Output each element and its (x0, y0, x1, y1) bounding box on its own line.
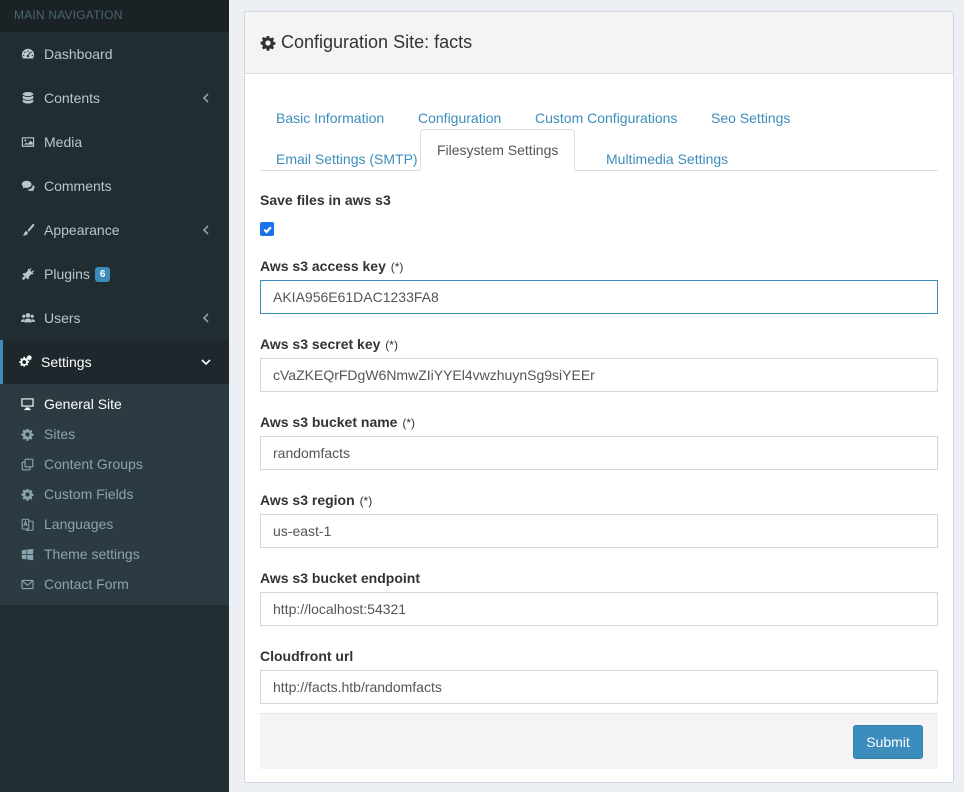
sidebar-item-label: Media (44, 134, 83, 150)
submenu-item-label: Contact Form (44, 576, 129, 592)
sidebar-item-label: Appearance (44, 222, 120, 238)
region-label: Aws s3 region (*) (260, 492, 938, 508)
submenu-item-general-site[interactable]: General Site (0, 389, 229, 419)
submenu-item-label: Theme settings (44, 546, 140, 562)
secret-key-label-text: Aws s3 secret key (260, 336, 381, 352)
cloudfront-input[interactable] (260, 670, 938, 704)
checkmark-icon (263, 226, 272, 233)
windows-icon (19, 547, 35, 561)
bucket-name-label: Aws s3 bucket name (*) (260, 414, 938, 430)
required-marker: (*) (402, 416, 416, 430)
plug-icon (20, 266, 36, 282)
dashboard-icon (20, 46, 36, 62)
required-marker: (*) (385, 338, 398, 352)
sidebar-item-contents[interactable]: Contents (0, 76, 229, 120)
sidebar-item-dashboard[interactable]: Dashboard (0, 32, 229, 76)
chevron-left-icon (202, 91, 210, 105)
sidebar-item-appearance[interactable]: Appearance (0, 208, 229, 252)
required-marker: (*) (390, 260, 404, 274)
panel-body: Basic Information Configuration Custom C… (245, 74, 953, 704)
region-label-text: Aws s3 region (260, 492, 355, 508)
submenu-item-sites[interactable]: Sites (0, 419, 229, 449)
image-icon (20, 134, 36, 150)
sidebar-item-label: Users (44, 310, 81, 326)
cloudfront-label: Cloudfront url (260, 648, 354, 664)
submenu-item-content-groups[interactable]: Content Groups (0, 449, 229, 479)
submenu-item-languages[interactable]: Languages (0, 509, 229, 539)
sidebar-item-label: Dashboard (44, 46, 113, 62)
submit-button[interactable]: Submit (853, 725, 923, 759)
page-title: Configuration Site: facts (281, 32, 473, 52)
save-s3-label: Save files in aws s3 (260, 192, 391, 208)
endpoint-label: Aws s3 bucket endpoint (260, 570, 420, 586)
bucket-name-label-text: Aws s3 bucket name (260, 414, 398, 430)
configuration-panel: Configuration Site: facts Basic Informat… (244, 11, 954, 783)
secret-key-label: Aws s3 secret key (*) (260, 336, 938, 352)
required-marker: (*) (359, 494, 373, 508)
form-footer: Submit (260, 713, 938, 769)
sidebar-item-settings[interactable]: Settings (0, 340, 229, 384)
comments-icon (20, 178, 36, 194)
main-navigation-header: MAIN NAVIGATION (0, 0, 229, 32)
tab-basic-information[interactable]: Basic Information (260, 98, 400, 139)
users-icon (20, 310, 36, 326)
plugins-count-badge: 6 (94, 266, 111, 282)
desktop-icon (19, 397, 35, 411)
tab-filesystem-settings[interactable]: Filesystem Settings (420, 129, 576, 171)
tab-multimedia-settings[interactable]: Multimedia Settings (590, 139, 744, 180)
gear-icon (19, 427, 35, 441)
sidebar-item-users[interactable]: Users (0, 296, 229, 340)
submenu-item-theme-settings[interactable]: Theme settings (0, 539, 229, 569)
database-icon (20, 90, 36, 106)
submenu-item-label: Sites (44, 426, 76, 442)
access-key-input[interactable] (260, 280, 938, 314)
envelope-icon (19, 577, 35, 591)
tab-seo-settings[interactable]: Seo Settings (695, 98, 806, 139)
save-s3-checkbox[interactable] (260, 222, 274, 236)
access-key-label: Aws s3 access key (*) (260, 258, 938, 274)
chevron-left-icon (202, 223, 210, 237)
region-input[interactable] (260, 514, 938, 548)
sidebar-item-label: Settings (41, 354, 92, 370)
cogs-icon (17, 354, 33, 370)
sidebar-item-label: Comments (44, 178, 112, 194)
chevron-left-icon (202, 311, 210, 325)
sidebar-item-plugins[interactable]: Plugins 6 (0, 252, 229, 296)
secret-key-input[interactable] (260, 358, 938, 392)
sidebar: MAIN NAVIGATION Dashboard Contents Media… (0, 0, 229, 792)
language-icon (19, 517, 35, 531)
sidebar-item-comments[interactable]: Comments (0, 164, 229, 208)
submenu-item-contact-form[interactable]: Contact Form (0, 569, 229, 599)
sidebar-item-label: Contents (44, 90, 101, 106)
submenu-item-label: Languages (44, 516, 114, 532)
gear-icon (19, 487, 35, 501)
chevron-down-icon (200, 355, 212, 369)
settings-submenu: General Site Sites Content Groups Custom… (0, 384, 229, 605)
paint-brush-icon (20, 222, 36, 238)
access-key-label-text: Aws s3 access key (260, 258, 386, 274)
sidebar-item-media[interactable]: Media (0, 120, 229, 164)
submenu-item-custom-fields[interactable]: Custom Fields (0, 479, 229, 509)
submenu-item-label: Content Groups (44, 456, 143, 472)
settings-tabs: Basic Information Configuration Custom C… (260, 74, 938, 171)
submenu-item-label: General Site (44, 396, 122, 412)
bucket-name-input[interactable] (260, 436, 938, 470)
clone-icon (19, 457, 35, 471)
panel-header: Configuration Site: facts (245, 12, 953, 74)
gear-icon (260, 35, 276, 51)
tab-email-settings[interactable]: Email Settings (SMTP) (260, 139, 434, 180)
submenu-item-label: Custom Fields (44, 486, 134, 502)
sidebar-item-label: Plugins (44, 266, 90, 282)
endpoint-input[interactable] (260, 592, 938, 626)
